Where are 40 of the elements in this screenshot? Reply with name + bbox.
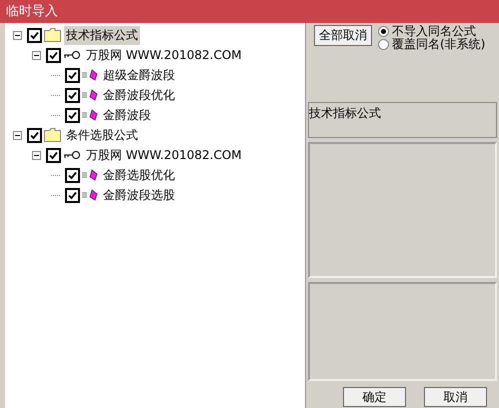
key-icon xyxy=(63,50,81,60)
window-title: 临时导入 xyxy=(0,0,499,23)
collapse-toggle[interactable] xyxy=(32,50,41,60)
collapse-toggle[interactable] xyxy=(32,150,41,160)
formula-icon xyxy=(82,69,98,81)
collapse-toggle[interactable] xyxy=(13,130,22,140)
cancel-button[interactable]: 取消 xyxy=(424,387,487,407)
deselect-all-button[interactable]: 全部取消 xyxy=(314,25,372,46)
radio-label: 不导入同名公式 xyxy=(392,23,476,38)
radio-label: 覆盖同名(非系统) xyxy=(392,37,486,53)
checkbox[interactable] xyxy=(46,48,61,62)
checkbox[interactable] xyxy=(46,148,61,162)
formula-icon xyxy=(82,189,98,201)
checkbox[interactable] xyxy=(27,128,42,142)
tree-item[interactable]: 技术指标公式 xyxy=(64,26,140,44)
key-icon xyxy=(63,150,81,160)
checkbox[interactable] xyxy=(65,68,80,82)
folder-icon xyxy=(44,28,61,42)
tree-item[interactable]: 万股网 WWW.201082.COM xyxy=(84,146,244,164)
tree-item[interactable]: 金爵波段 xyxy=(101,106,153,124)
tree-item[interactable]: 条件选股公式 xyxy=(64,126,140,144)
tree-item[interactable]: 超级金爵波段 xyxy=(101,66,177,84)
formula-icon xyxy=(82,109,98,121)
checkbox[interactable] xyxy=(65,108,80,122)
description-field: 技术指标公式 xyxy=(308,102,497,138)
tree-item[interactable]: 万股网 WWW.201082.COM xyxy=(84,46,244,64)
checkbox[interactable] xyxy=(65,168,80,182)
ok-button[interactable]: 确定 xyxy=(343,387,406,407)
checkbox[interactable] xyxy=(27,28,42,42)
tree-item[interactable]: 金爵波段优化 xyxy=(101,86,177,104)
folder-icon xyxy=(44,128,61,142)
radio-button[interactable] xyxy=(378,26,389,37)
formula-icon xyxy=(82,89,98,101)
formula-icon xyxy=(82,169,98,181)
tree-item[interactable]: 金爵选股优化 xyxy=(101,166,177,184)
tree-item[interactable]: 金爵波段选股 xyxy=(101,186,177,204)
collapse-toggle[interactable] xyxy=(13,30,22,40)
checkbox[interactable] xyxy=(65,88,80,102)
radio-button[interactable] xyxy=(378,39,389,50)
checkbox[interactable] xyxy=(65,188,80,202)
